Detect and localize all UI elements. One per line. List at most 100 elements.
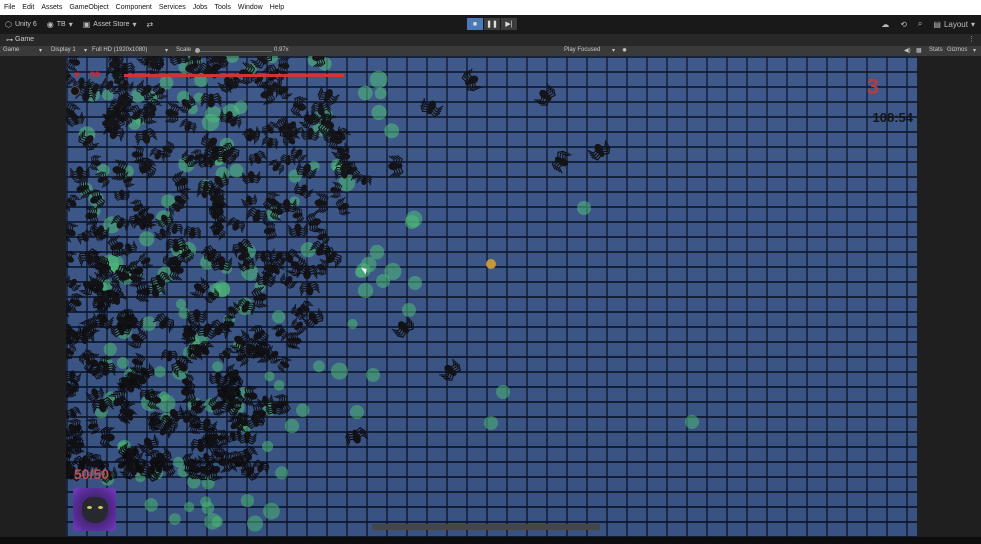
scale-slider[interactable] bbox=[196, 51, 272, 52]
resolution-dropdown[interactable]: Full HD (1920x1080) bbox=[92, 47, 147, 53]
menu-assets[interactable]: Assets bbox=[41, 4, 62, 11]
menu-help[interactable]: Help bbox=[270, 4, 284, 11]
spider-enemy bbox=[356, 174, 372, 186]
bug-icon[interactable]: ✹ bbox=[622, 47, 627, 54]
tab-game-label: Game bbox=[15, 36, 35, 43]
bomb-icon bbox=[70, 86, 80, 96]
game-canvas[interactable]: ♥ 99 3 108:54 50/50 bbox=[66, 56, 917, 537]
spider-enemy bbox=[180, 381, 196, 403]
cloud-icon[interactable]: ☁ bbox=[881, 20, 889, 29]
menu-jobs[interactable]: Jobs bbox=[193, 4, 208, 11]
taskbar bbox=[0, 537, 981, 544]
xp-orb bbox=[313, 360, 325, 373]
xp-orb bbox=[116, 356, 129, 369]
spider-enemy bbox=[219, 347, 235, 363]
stats-button[interactable]: Stats bbox=[929, 47, 943, 53]
spider-enemy bbox=[66, 222, 79, 243]
version-control-button[interactable]: ⇄ bbox=[147, 20, 154, 29]
player-portrait bbox=[73, 488, 116, 531]
spider-enemy bbox=[420, 97, 444, 118]
spider-enemy bbox=[66, 342, 77, 360]
spider-enemy bbox=[99, 426, 115, 449]
xp-orb bbox=[357, 282, 374, 299]
pause-button[interactable]: ❚❚ bbox=[484, 18, 500, 30]
xp-orb bbox=[183, 501, 195, 513]
step-button[interactable]: ▶| bbox=[501, 18, 517, 30]
xp-orb bbox=[159, 75, 174, 90]
xp-orb bbox=[215, 282, 231, 297]
xp-orb bbox=[408, 276, 422, 290]
spider-enemy bbox=[262, 121, 279, 137]
hp-value: 99 bbox=[90, 70, 101, 80]
xp-orb bbox=[369, 70, 388, 89]
spider-enemy bbox=[289, 331, 302, 350]
playback-controls: ■ ❚❚ ▶| bbox=[467, 18, 517, 30]
tab-game[interactable]: ⊶ Game bbox=[6, 36, 34, 44]
spider-enemy bbox=[291, 207, 305, 224]
xp-orb bbox=[484, 416, 498, 430]
mode-dropdown[interactable]: Game bbox=[3, 47, 19, 53]
search-icon[interactable]: ⌕ bbox=[918, 19, 922, 29]
xp-orb bbox=[371, 104, 387, 121]
scale-slider-knob[interactable] bbox=[195, 48, 200, 53]
spider-enemy bbox=[461, 68, 482, 92]
asset-store-button[interactable]: ▣ Asset Store ▾ bbox=[83, 20, 137, 29]
wave-counter: 3 bbox=[866, 74, 879, 99]
spider-enemy bbox=[335, 197, 351, 216]
spider-enemy bbox=[277, 356, 292, 373]
unity-menu-button[interactable]: ⬡ Unity 6 bbox=[5, 20, 37, 29]
mute-icon[interactable]: ◀) bbox=[904, 47, 911, 54]
spider-enemy bbox=[200, 92, 222, 108]
xp-orb bbox=[229, 163, 244, 178]
spider-enemy bbox=[130, 199, 146, 217]
asset-store-label: Asset Store bbox=[93, 21, 130, 28]
game-viewport[interactable]: ♥ 99 3 108:54 50/50 bbox=[0, 56, 981, 537]
gizmos-button[interactable]: Gizmos bbox=[947, 47, 967, 53]
menu-window[interactable]: Window bbox=[238, 4, 263, 11]
spider-enemy bbox=[160, 349, 179, 362]
spider-enemy bbox=[251, 459, 270, 474]
game-scene bbox=[66, 56, 699, 532]
play-focused-dropdown[interactable]: Play Focused bbox=[564, 47, 600, 53]
bag-icon: ▣ bbox=[82, 20, 91, 29]
menu-tools[interactable]: Tools bbox=[215, 4, 231, 11]
xp-orb bbox=[154, 366, 166, 378]
chevron-down-icon: ▾ bbox=[970, 19, 975, 29]
spider-enemy bbox=[280, 272, 298, 289]
spider-enemy bbox=[186, 309, 208, 324]
display-dropdown[interactable]: Display 1 bbox=[51, 47, 76, 53]
spider-enemy bbox=[245, 207, 268, 225]
spider-enemy bbox=[240, 193, 258, 208]
layout-label: Layout bbox=[943, 19, 968, 29]
xp-orb bbox=[366, 368, 380, 382]
layout-dropdown[interactable]: ▤ Layout ▾ bbox=[933, 20, 975, 29]
spider-enemy bbox=[587, 140, 611, 161]
stats-icon[interactable]: ▦ bbox=[916, 47, 922, 54]
menu-component[interactable]: Component bbox=[116, 4, 152, 11]
menu-edit[interactable]: Edit bbox=[22, 4, 34, 11]
unity-toolbar: ⬡ Unity 6 ◉ TB ▾ ▣ Asset Store ▾ ⇄ ■ ❚❚ … bbox=[0, 15, 981, 34]
spider-enemy bbox=[271, 324, 288, 342]
menu-gameobject[interactable]: GameObject bbox=[69, 4, 108, 11]
menu-bar: File Edit Assets GameObject Component Se… bbox=[0, 0, 981, 15]
version-control-icon: ⇄ bbox=[146, 20, 154, 29]
spider-enemy bbox=[551, 150, 572, 174]
menu-services[interactable]: Services bbox=[159, 4, 186, 11]
spider-enemy bbox=[290, 145, 308, 162]
xp-orb bbox=[357, 85, 373, 101]
spider-enemy bbox=[147, 414, 160, 432]
history-icon[interactable]: ⟲ bbox=[900, 20, 907, 29]
xp-orb bbox=[144, 498, 158, 512]
xp-orb bbox=[402, 303, 416, 317]
spider-enemy bbox=[66, 406, 82, 421]
spider-enemy bbox=[439, 358, 461, 381]
play-button[interactable]: ■ bbox=[467, 18, 483, 30]
xp-orb bbox=[405, 215, 419, 229]
xp-orb bbox=[135, 472, 146, 483]
spider-enemy bbox=[111, 159, 128, 181]
account-button[interactable]: ◉ TB ▾ bbox=[47, 20, 73, 29]
menu-file[interactable]: File bbox=[4, 4, 15, 11]
ammo-counter: 50/50 bbox=[74, 466, 110, 482]
xp-orb bbox=[300, 242, 316, 258]
more-options-icon[interactable]: ⋮ bbox=[968, 35, 975, 43]
